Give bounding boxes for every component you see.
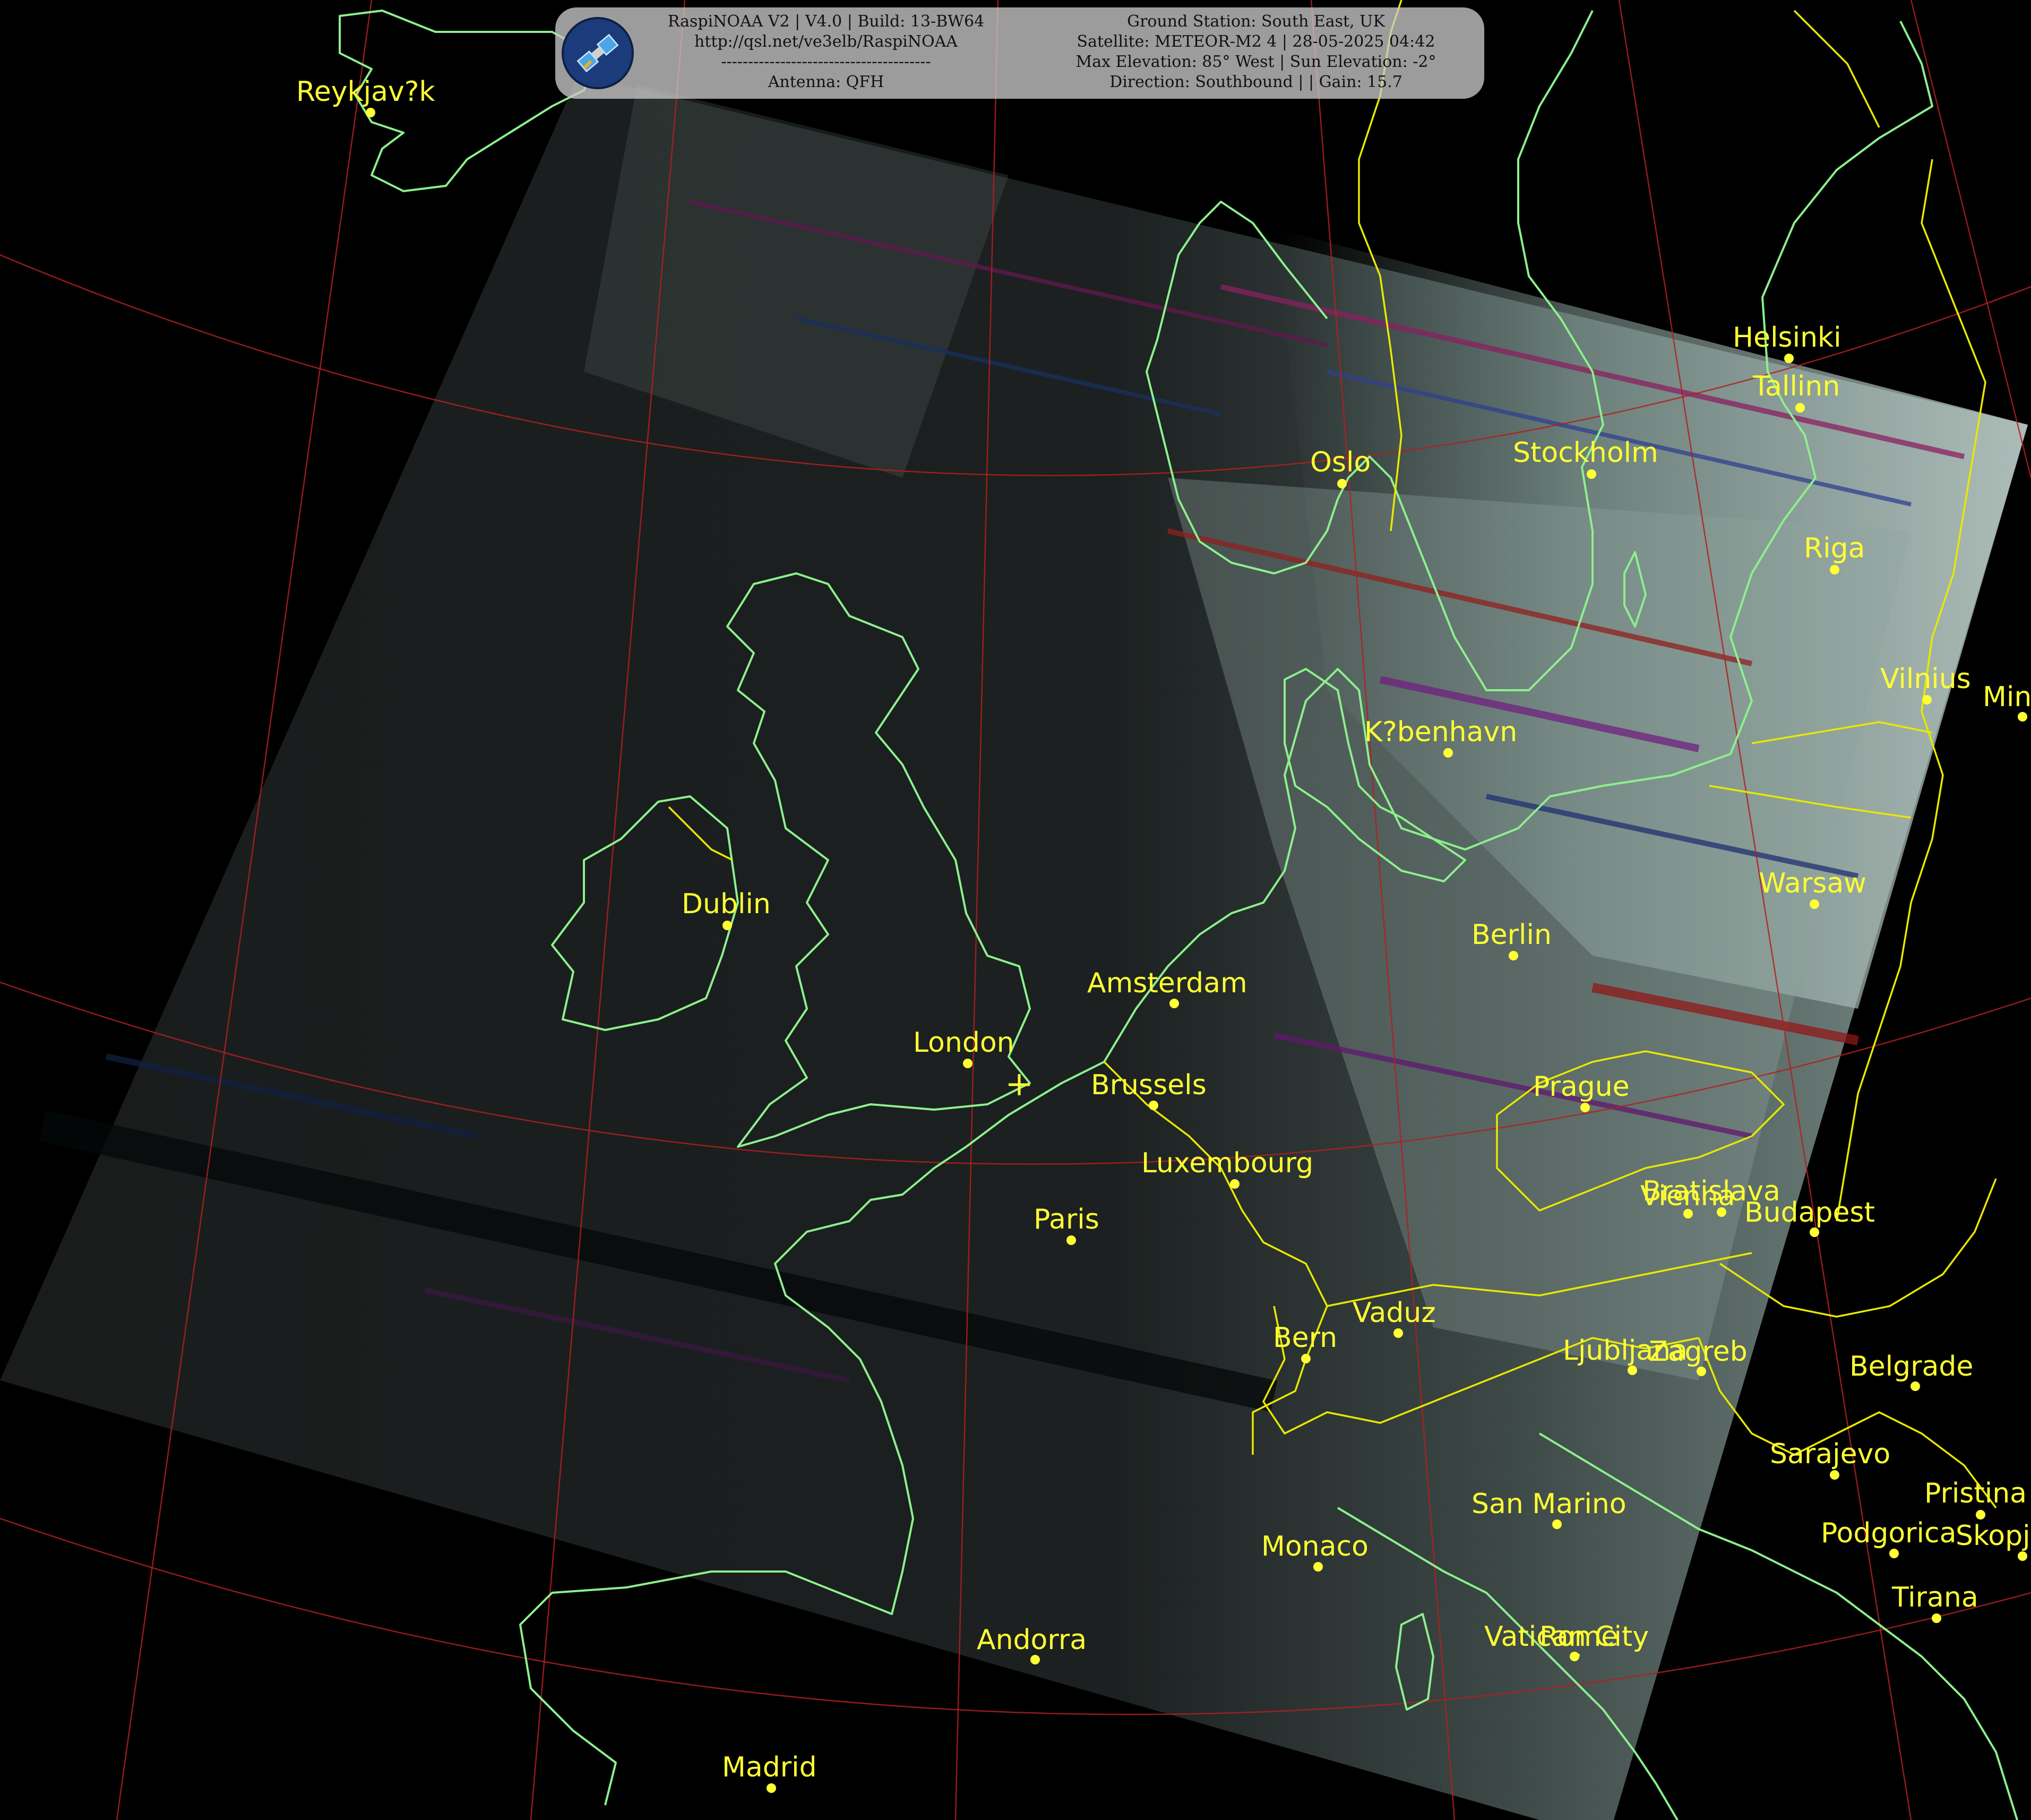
project-url: http://qsl.net/ve3elb/RaspiNOAA — [694, 32, 958, 51]
elevation-info: Max Elevation: 85° West | Sun Elevation:… — [1075, 53, 1436, 71]
info-right-column: Ground Station: South East, UK Satellite… — [1033, 12, 1479, 92]
svg-text:Amsterdam: Amsterdam — [1087, 967, 1247, 999]
svg-text:Tirana: Tirana — [1891, 1582, 1978, 1613]
svg-text:London: London — [913, 1027, 1014, 1059]
svg-text:Warsaw: Warsaw — [1759, 868, 1866, 899]
software-version: RaspiNOAA V2 | V4.0 | Build: 13-BW64 — [667, 12, 985, 31]
separator-line: --------------------------------------- — [721, 53, 931, 71]
svg-text:Vilnius: Vilnius — [1880, 663, 1971, 695]
city-sarajevo: Sarajevo — [1770, 1438, 1890, 1480]
svg-text:Brussels: Brussels — [1091, 1069, 1207, 1101]
svg-text:Vienna: Vienna — [1640, 1180, 1735, 1212]
svg-text:Budapest: Budapest — [1744, 1197, 1875, 1229]
city-podgorica: Podgorica — [1821, 1517, 1956, 1558]
svg-text:San Marino: San Marino — [1471, 1488, 1626, 1520]
svg-text:Sarajevo: Sarajevo — [1770, 1438, 1890, 1470]
svg-text:Riga: Riga — [1804, 533, 1865, 564]
svg-text:Dublin: Dublin — [682, 888, 771, 920]
city-pristina: Pristina — [1924, 1478, 2027, 1519]
svg-text:Paris: Paris — [1034, 1204, 1099, 1235]
svg-text:Rome: Rome — [1539, 1621, 1618, 1653]
city-skopje: Skopje — [1956, 1520, 2031, 1561]
svg-text:Vaduz: Vaduz — [1353, 1297, 1436, 1329]
svg-text:Monaco: Monaco — [1261, 1531, 1369, 1563]
svg-text:Oslo: Oslo — [1310, 447, 1371, 478]
svg-text:Min: Min — [1983, 681, 2031, 713]
svg-text:Bern: Bern — [1273, 1322, 1337, 1354]
satellite-swath — [0, 74, 2028, 1820]
city-belgrade: Belgrade — [1849, 1351, 1973, 1391]
satellite-logo-icon — [562, 17, 634, 89]
info-left-column: RaspiNOAA V2 | V4.0 | Build: 13-BW64 htt… — [640, 12, 1012, 92]
svg-text:Tallinn: Tallinn — [1752, 371, 1840, 402]
antenna-info: Antenna: QFH — [768, 73, 884, 91]
svg-text:Berlin: Berlin — [1471, 919, 1552, 951]
ground-station: Ground Station: South East, UK — [1127, 12, 1385, 31]
svg-text:K?benhavn: K?benhavn — [1364, 716, 1517, 748]
svg-text:Zagreb: Zagreb — [1649, 1336, 1748, 1368]
city-minsk: Min — [1983, 681, 2031, 722]
satellite-pass: Satellite: METEOR-M2 4 | 28-05-2025 04:4… — [1077, 32, 1435, 51]
svg-text:Pristina: Pristina — [1924, 1478, 2027, 1509]
info-panel: RaspiNOAA V2 | V4.0 | Build: 13-BW64 htt… — [555, 7, 1484, 99]
svg-text:Podgorica: Podgorica — [1821, 1517, 1956, 1549]
svg-text:Skopje: Skopje — [1956, 1520, 2031, 1552]
city-rome: Rome — [1539, 1621, 1618, 1658]
svg-text:Andorra: Andorra — [977, 1624, 1087, 1656]
svg-text:Reykjav?k: Reykjav?k — [296, 76, 435, 108]
svg-text:Stockholm: Stockholm — [1513, 437, 1658, 469]
svg-text:Luxembourg: Luxembourg — [1141, 1147, 1313, 1179]
svg-text:Madrid: Madrid — [722, 1752, 817, 1783]
svg-text:Belgrade: Belgrade — [1849, 1351, 1973, 1383]
city-madrid: Madrid — [722, 1752, 817, 1793]
direction-gain: Direction: Southbound | | Gain: 15.7 — [1109, 73, 1402, 91]
city-tirana: Tirana — [1891, 1582, 1978, 1623]
svg-text:Prague: Prague — [1533, 1071, 1630, 1103]
satellite-map: Reykjav?k Helsinki Tallinn Oslo Stockhol… — [0, 0, 2031, 1820]
svg-text:Helsinki: Helsinki — [1733, 322, 1841, 354]
